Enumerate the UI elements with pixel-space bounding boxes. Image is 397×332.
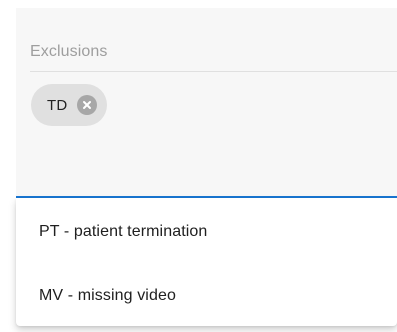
options-dropdown: PT - patient termination MV - missing vi… [16,198,397,326]
menu-item-pt[interactable]: PT - patient termination [16,204,397,260]
menu-item-mv[interactable]: MV - missing video [16,268,397,324]
chip-td[interactable]: TD [31,84,108,126]
exclusions-label: Exclusions [30,43,108,60]
chip-label: TD [47,96,68,114]
page: Exclusions TD PT - patient termination M… [0,0,397,332]
cancel-circle-icon[interactable] [77,95,98,115]
label-divider [30,71,397,72]
